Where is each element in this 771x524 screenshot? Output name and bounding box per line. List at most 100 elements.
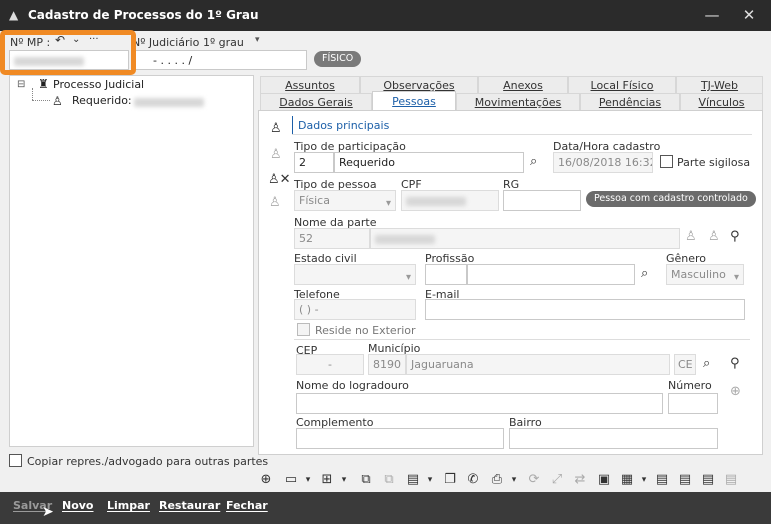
restore-button[interactable]: Restaurar (159, 499, 220, 512)
add-person-icon[interactable]: ⊕ (258, 473, 274, 487)
window-title: Cadastro de Processos do 1º Grau (28, 8, 259, 22)
close-button[interactable]: Fechar (226, 499, 268, 512)
address-add-icon[interactable]: ⊕ (730, 385, 741, 399)
tab-pendencias[interactable]: Pendências (580, 93, 680, 111)
bairro-field[interactable] (509, 428, 718, 449)
tab-dados-gerais[interactable]: Dados Gerais (260, 93, 372, 111)
person-icon: ♙ (52, 94, 63, 108)
app-icon: ▲ (9, 8, 19, 22)
gavel-icon: ♜ (38, 77, 49, 91)
person-link-icon[interactable]: ♙ (685, 230, 697, 244)
fisico-badge: FÍSICO (314, 51, 362, 67)
print-icon[interactable]: ⎙ (489, 473, 505, 487)
phone-icon[interactable]: ✆ (465, 473, 481, 487)
section-divider (292, 134, 752, 135)
close-icon[interactable]: ✕ (737, 5, 761, 25)
chevron-down-icon[interactable]: ▾ (422, 473, 438, 487)
expand-icon[interactable]: ⤢ (549, 473, 565, 487)
chevron-down-icon[interactable]: ▾ (636, 473, 652, 487)
cancel-document-icon[interactable]: ▤ (700, 473, 716, 487)
uf-field: CE (674, 354, 696, 375)
copy-icon[interactable]: ❐ (442, 473, 458, 487)
search-icon[interactable]: ⌕ (641, 267, 648, 281)
document-icon[interactable]: ▤ (405, 473, 421, 487)
tab-local-fisico[interactable]: Local Físico (568, 76, 676, 94)
pessoa-controlada-badge: Pessoa com cadastro controlado (586, 191, 756, 207)
tab-pessoas[interactable]: Pessoas (372, 91, 456, 111)
genero-select[interactable]: Masculino ▾ (666, 264, 744, 285)
parte-sigilosa-label: Parte sigilosa (677, 156, 751, 169)
search-document-icon[interactable]: ▤ (677, 473, 693, 487)
grau-select[interactable]: 1º grau (203, 36, 244, 49)
tab-tj-web[interactable]: TJ-Web (676, 76, 763, 94)
search-icon[interactable]: ⌕ (530, 155, 537, 169)
archive-icon[interactable]: ▤ (723, 473, 739, 487)
process-tree[interactable]: ⊟ ♜ Processo Judicial ♙ Requerido: (9, 75, 254, 447)
person-search-icon[interactable]: ⚲ (730, 230, 740, 244)
data-cadastro-field: 16/08/2018 16:32 (553, 152, 653, 173)
tab-vinculos[interactable]: Vínculos (680, 93, 763, 111)
tab-assuntos[interactable]: Assuntos (260, 76, 360, 94)
mouse-cursor-icon: ➤ (42, 504, 54, 520)
calendar-icon[interactable]: ▦ (619, 473, 635, 487)
chevron-down-icon: ▾ (733, 272, 739, 283)
estado-civil-select[interactable]: ▾ (294, 264, 416, 285)
logradouro-label: Nome do logradouro (296, 379, 409, 392)
profissao-field[interactable] (467, 264, 635, 285)
chevron-down-icon[interactable]: ▾ (506, 473, 522, 487)
link-icon[interactable]: ⧉ (358, 473, 374, 487)
municipio-field: Jaguaruana (406, 354, 670, 375)
rg-field[interactable] (503, 190, 581, 211)
numero-label: Número (668, 379, 712, 392)
nome-parte-code: 52 (294, 228, 370, 249)
search-icon[interactable]: ⌕ (703, 357, 710, 371)
network-icon[interactable]: ⊞ (319, 473, 335, 487)
copy-representative-label: Copiar repres./advogado para outras part… (27, 455, 269, 468)
tree-root-label[interactable]: Processo Judicial (53, 78, 144, 91)
refresh-icon[interactable]: ⟳ (526, 473, 542, 487)
address-divider (294, 339, 750, 340)
person-remove-icon[interactable]: ♙✕ (268, 173, 291, 187)
person-add-icon[interactable]: ♙ (270, 122, 282, 136)
parte-sigilosa-checkbox[interactable] (660, 155, 673, 168)
tab-anexos[interactable]: Anexos (478, 76, 568, 94)
reside-exterior-label: Reside no Exterior (315, 324, 416, 337)
new-button[interactable]: Novo (62, 499, 94, 512)
mp-highlight-frame (0, 30, 136, 75)
profissao-code[interactable] (425, 264, 467, 285)
logradouro-field[interactable] (296, 393, 663, 414)
numero-field[interactable] (668, 393, 718, 414)
judiciario-input[interactable]: - . . . . / (132, 50, 307, 70)
person-lock-icon[interactable]: ♙ (270, 148, 282, 162)
person-search-icon[interactable]: ♙ (269, 196, 281, 210)
telefone-field[interactable]: ( ) - (294, 299, 416, 320)
tipo-pessoa-select[interactable]: Física ▾ (294, 190, 396, 211)
clear-button[interactable]: Limpar (107, 499, 150, 512)
section-title: Dados principais (298, 119, 390, 132)
chevron-down-icon: ▾ (385, 198, 391, 209)
judiciario-label: Nº Judiciário (132, 36, 200, 49)
tree-line (32, 88, 33, 100)
unlink-icon[interactable]: ⧉ (381, 473, 397, 487)
grau-chevron-icon[interactable]: ▾ (255, 35, 260, 45)
person-lock-icon[interactable]: ♙ (708, 230, 720, 244)
chevron-down-icon[interactable]: ▾ (336, 473, 352, 487)
cep-field[interactable]: - (296, 354, 364, 375)
email-field[interactable] (425, 299, 745, 320)
tree-child-label[interactable]: Requerido: (72, 94, 132, 107)
chevron-down-icon[interactable]: ▾ (300, 473, 316, 487)
transfer-icon[interactable]: ⇄ (572, 473, 588, 487)
tree-collapse-icon[interactable]: ⊟ (17, 79, 25, 90)
window-icon[interactable]: ▭ (283, 473, 299, 487)
tipo-participacao-input[interactable]: Requerido (334, 152, 524, 173)
minimize-icon[interactable]: — (700, 5, 724, 25)
tab-movimentacoes[interactable]: Movimentações (456, 93, 580, 111)
copy-representative-checkbox[interactable] (9, 454, 22, 467)
lock-document-icon[interactable]: ▤ (654, 473, 670, 487)
reside-exterior-checkbox[interactable] (297, 323, 310, 336)
tipo-participacao-code[interactable]: 2 (294, 152, 334, 173)
nome-parte-field (370, 228, 680, 249)
gallery-icon[interactable]: ▣ (596, 473, 612, 487)
complemento-field[interactable] (296, 428, 504, 449)
address-search-icon[interactable]: ⚲ (730, 357, 740, 371)
